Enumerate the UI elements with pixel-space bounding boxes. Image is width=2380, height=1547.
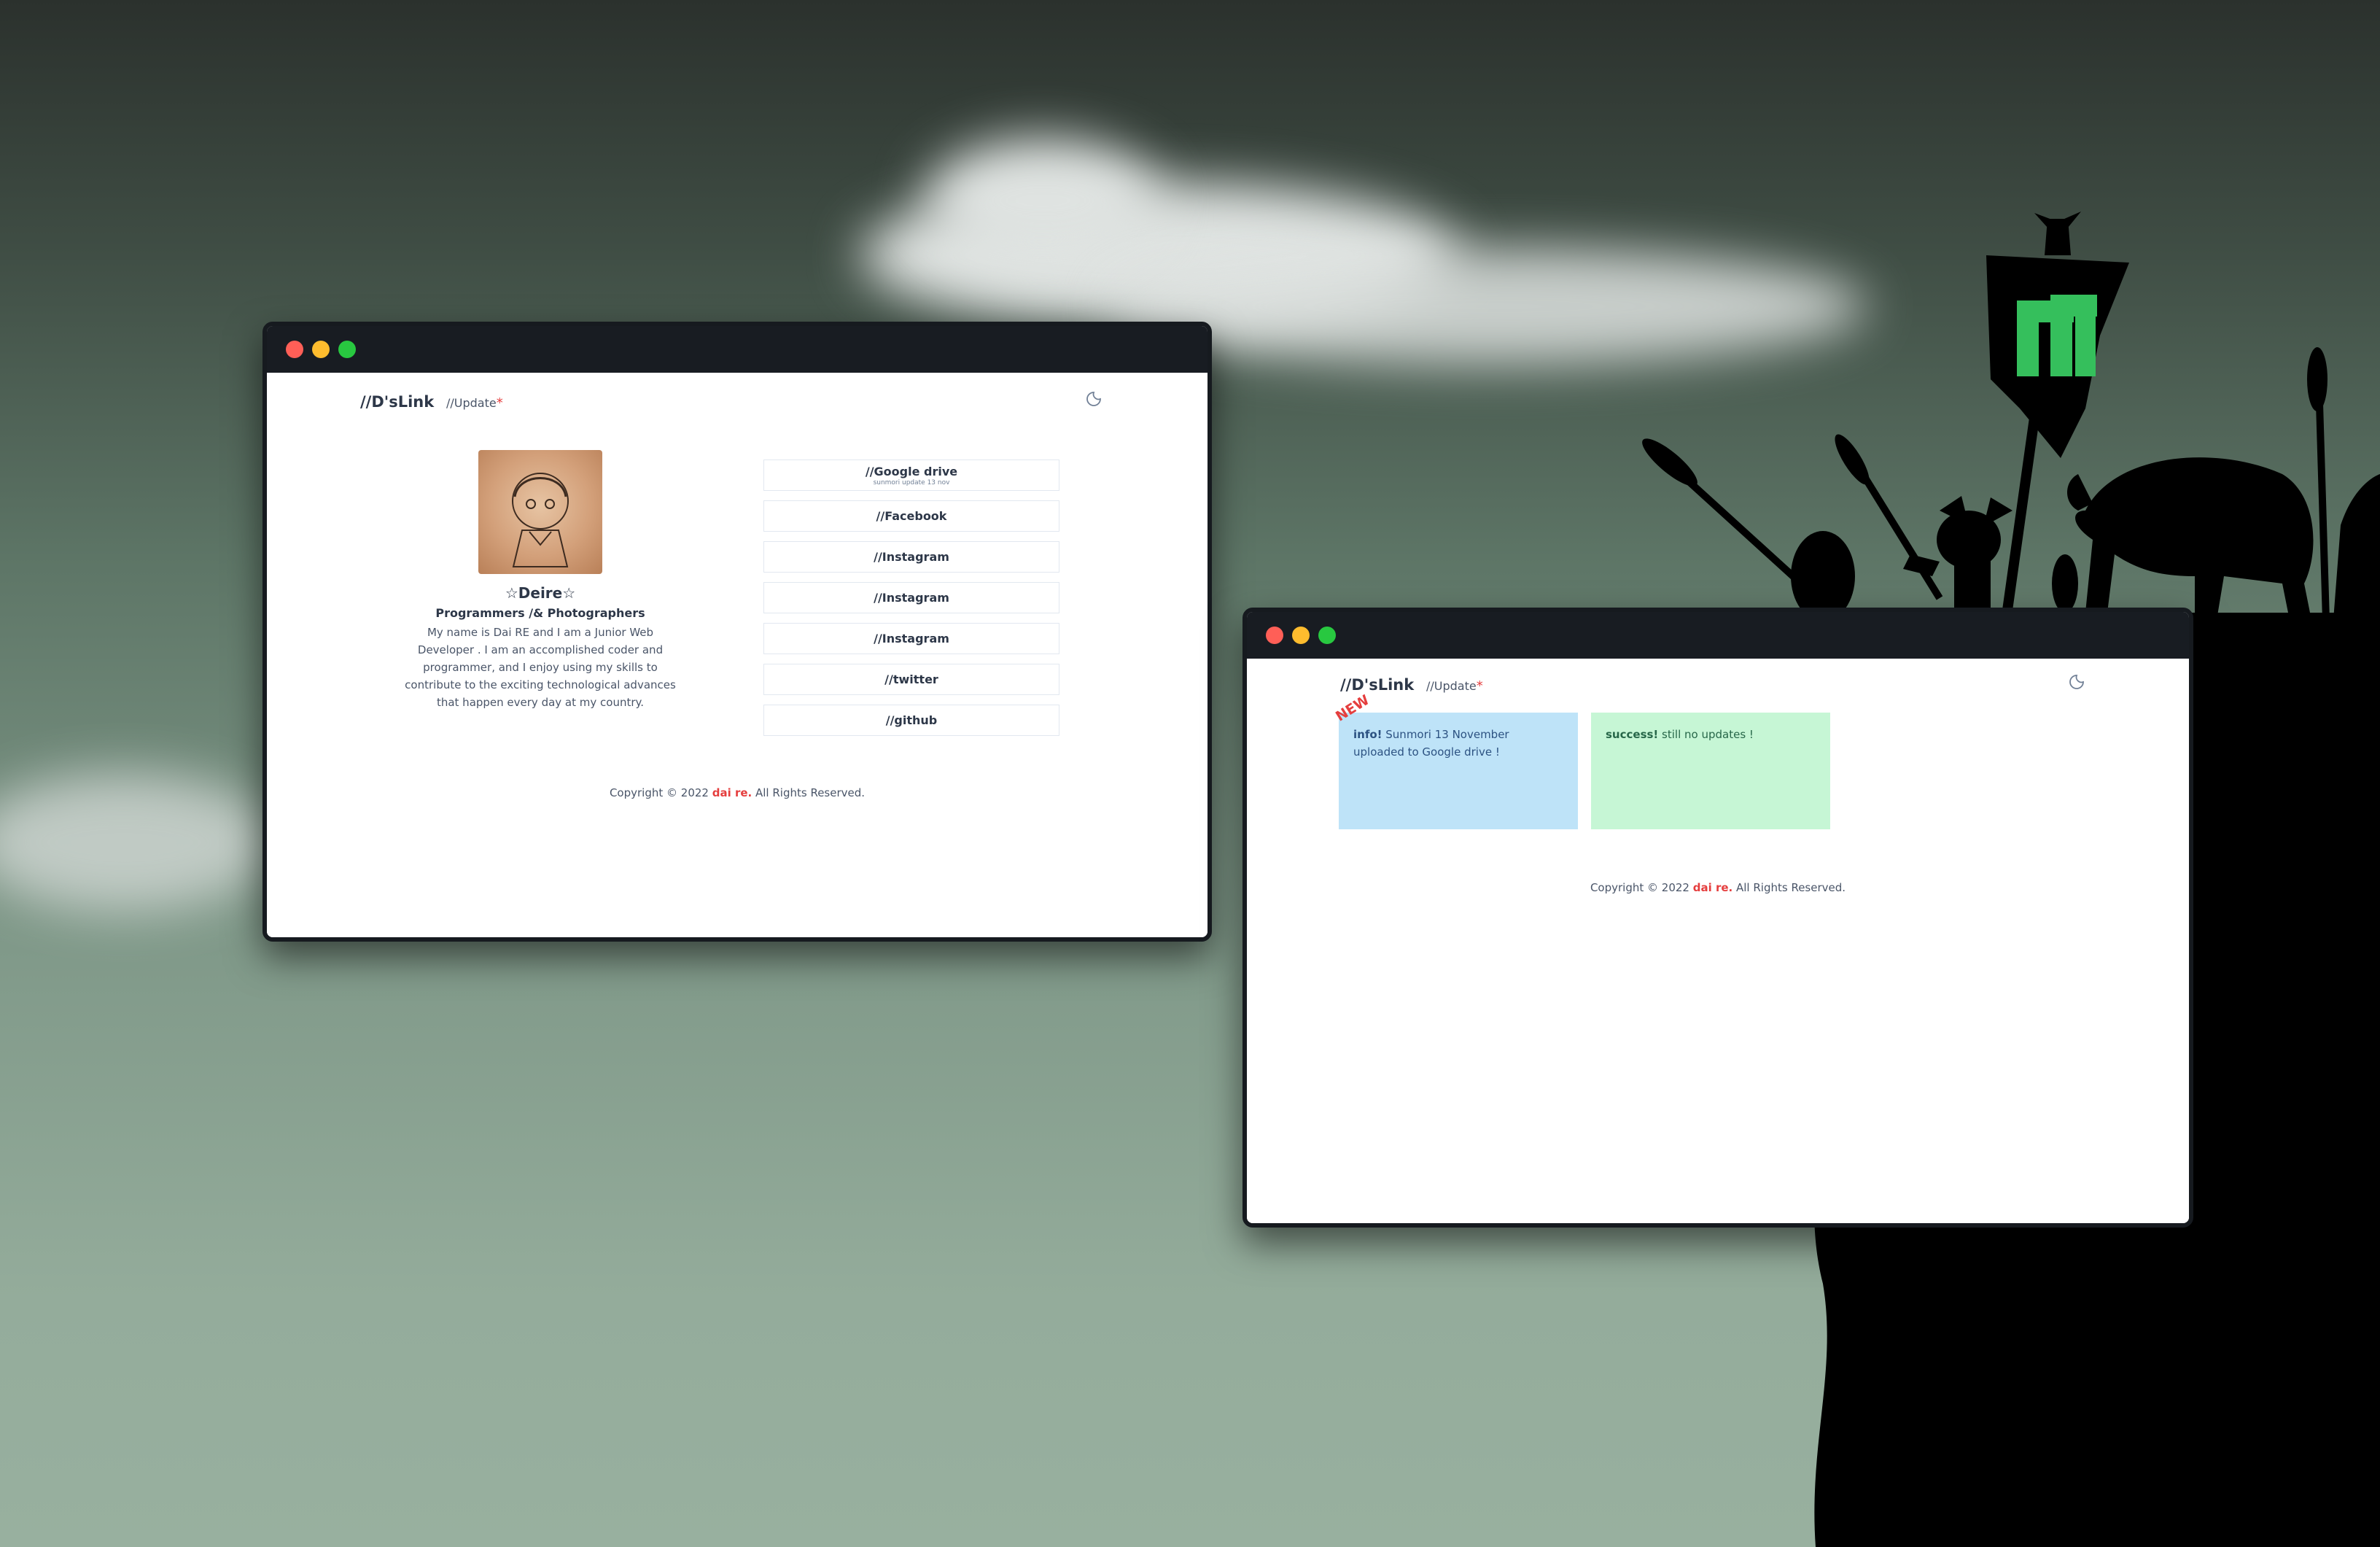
- link-label: //Instagram: [874, 632, 949, 645]
- link-github[interactable]: //github: [763, 705, 1059, 736]
- minimize-button[interactable]: [1292, 627, 1310, 644]
- minimize-button[interactable]: [312, 341, 330, 358]
- update-marker: *: [1476, 678, 1483, 694]
- info-alert-text: uploaded to Google drive !: [1353, 745, 1500, 759]
- copyright-footer: Copyright © 2022 dai re. All Rights Rese…: [267, 786, 1208, 799]
- brand-link[interactable]: //D'sLink: [360, 393, 434, 411]
- link-label: //Facebook: [876, 509, 947, 523]
- link-facebook[interactable]: //Facebook: [763, 500, 1059, 532]
- copyright-prefix: Copyright © 2022: [1590, 881, 1693, 894]
- success-alert: success! still no updates !: [1591, 713, 1830, 829]
- profile-page: //D'sLink //Update* ☆Deire☆ Programmers …: [267, 373, 1208, 937]
- link-label: //github: [885, 713, 938, 727]
- moon-icon[interactable]: [2068, 673, 2085, 691]
- moon-icon[interactable]: [1085, 390, 1102, 408]
- copyright-footer: Copyright © 2022 dai re. All Rights Rese…: [1247, 881, 2189, 894]
- link-label: //Instagram: [874, 591, 949, 605]
- bio-line: programmer, and I enjoy using my skills …: [423, 661, 658, 674]
- link-label: //Google drive: [865, 464, 958, 478]
- manjaro-logo: [2017, 295, 2097, 376]
- update-label: //Update: [1426, 679, 1477, 693]
- profile-name: ☆Deire☆: [505, 584, 576, 602]
- update-link[interactable]: //Update*: [1426, 678, 1483, 694]
- profile-role: Programmers /& Photographers: [435, 606, 645, 620]
- bio-line: My name is Dai RE and I am a Junior Web: [427, 626, 654, 639]
- link-instagram[interactable]: //Instagram: [763, 541, 1059, 573]
- copyright-author[interactable]: dai re.: [712, 786, 752, 799]
- info-alert: info! Sunmori 13 November uploaded to Go…: [1339, 713, 1578, 829]
- link-instagram[interactable]: //Instagram: [763, 623, 1059, 654]
- window-titlebar: [1247, 612, 2189, 659]
- maximize-button[interactable]: [338, 341, 356, 358]
- close-button[interactable]: [286, 341, 303, 358]
- link-twitter[interactable]: //twitter: [763, 664, 1059, 695]
- link-label: //twitter: [884, 672, 938, 686]
- update-link[interactable]: //Update*: [446, 395, 503, 411]
- bio-line: contribute to the exciting technological…: [405, 678, 676, 691]
- success-alert-text: still no updates !: [1662, 728, 1754, 741]
- profile-window: //D'sLink //Update* ☆Deire☆ Programmers …: [262, 322, 1212, 942]
- link-instagram[interactable]: //Instagram: [763, 582, 1059, 613]
- info-alert-title: info!: [1353, 728, 1382, 741]
- link-label: //Instagram: [874, 550, 949, 564]
- update-page: //D'sLink //Update* info! Sunmori 13 Nov…: [1247, 659, 2189, 1223]
- update-label: //Update: [446, 396, 497, 410]
- success-alert-title: success!: [1606, 728, 1659, 741]
- copyright-author[interactable]: dai re.: [1693, 881, 1733, 894]
- copyright-suffix: All Rights Reserved.: [752, 786, 866, 799]
- update-marker: *: [496, 395, 503, 411]
- info-alert-text: Sunmori 13 November: [1385, 728, 1509, 741]
- window-titlebar: [267, 326, 1208, 373]
- avatar-drawing: [512, 473, 569, 567]
- bio-line: that happen every day at my country.: [436, 696, 645, 709]
- avatar: [478, 450, 602, 574]
- maximize-button[interactable]: [1318, 627, 1336, 644]
- profile-bio: My name is Dai RE and I am a Junior Web …: [394, 624, 686, 711]
- link-google-drive[interactable]: //Google drive sunmori update 13 nov: [763, 460, 1059, 491]
- copyright-suffix: All Rights Reserved.: [1732, 881, 1846, 894]
- bio-line: Developer . I am an accomplished coder a…: [417, 643, 664, 656]
- link-sublabel: sunmori update 13 nov: [873, 478, 950, 486]
- update-window: //D'sLink //Update* info! Sunmori 13 Nov…: [1242, 608, 2193, 1228]
- brand-link[interactable]: //D'sLink: [1340, 676, 1414, 694]
- close-button[interactable]: [1266, 627, 1283, 644]
- copyright-prefix: Copyright © 2022: [609, 786, 712, 799]
